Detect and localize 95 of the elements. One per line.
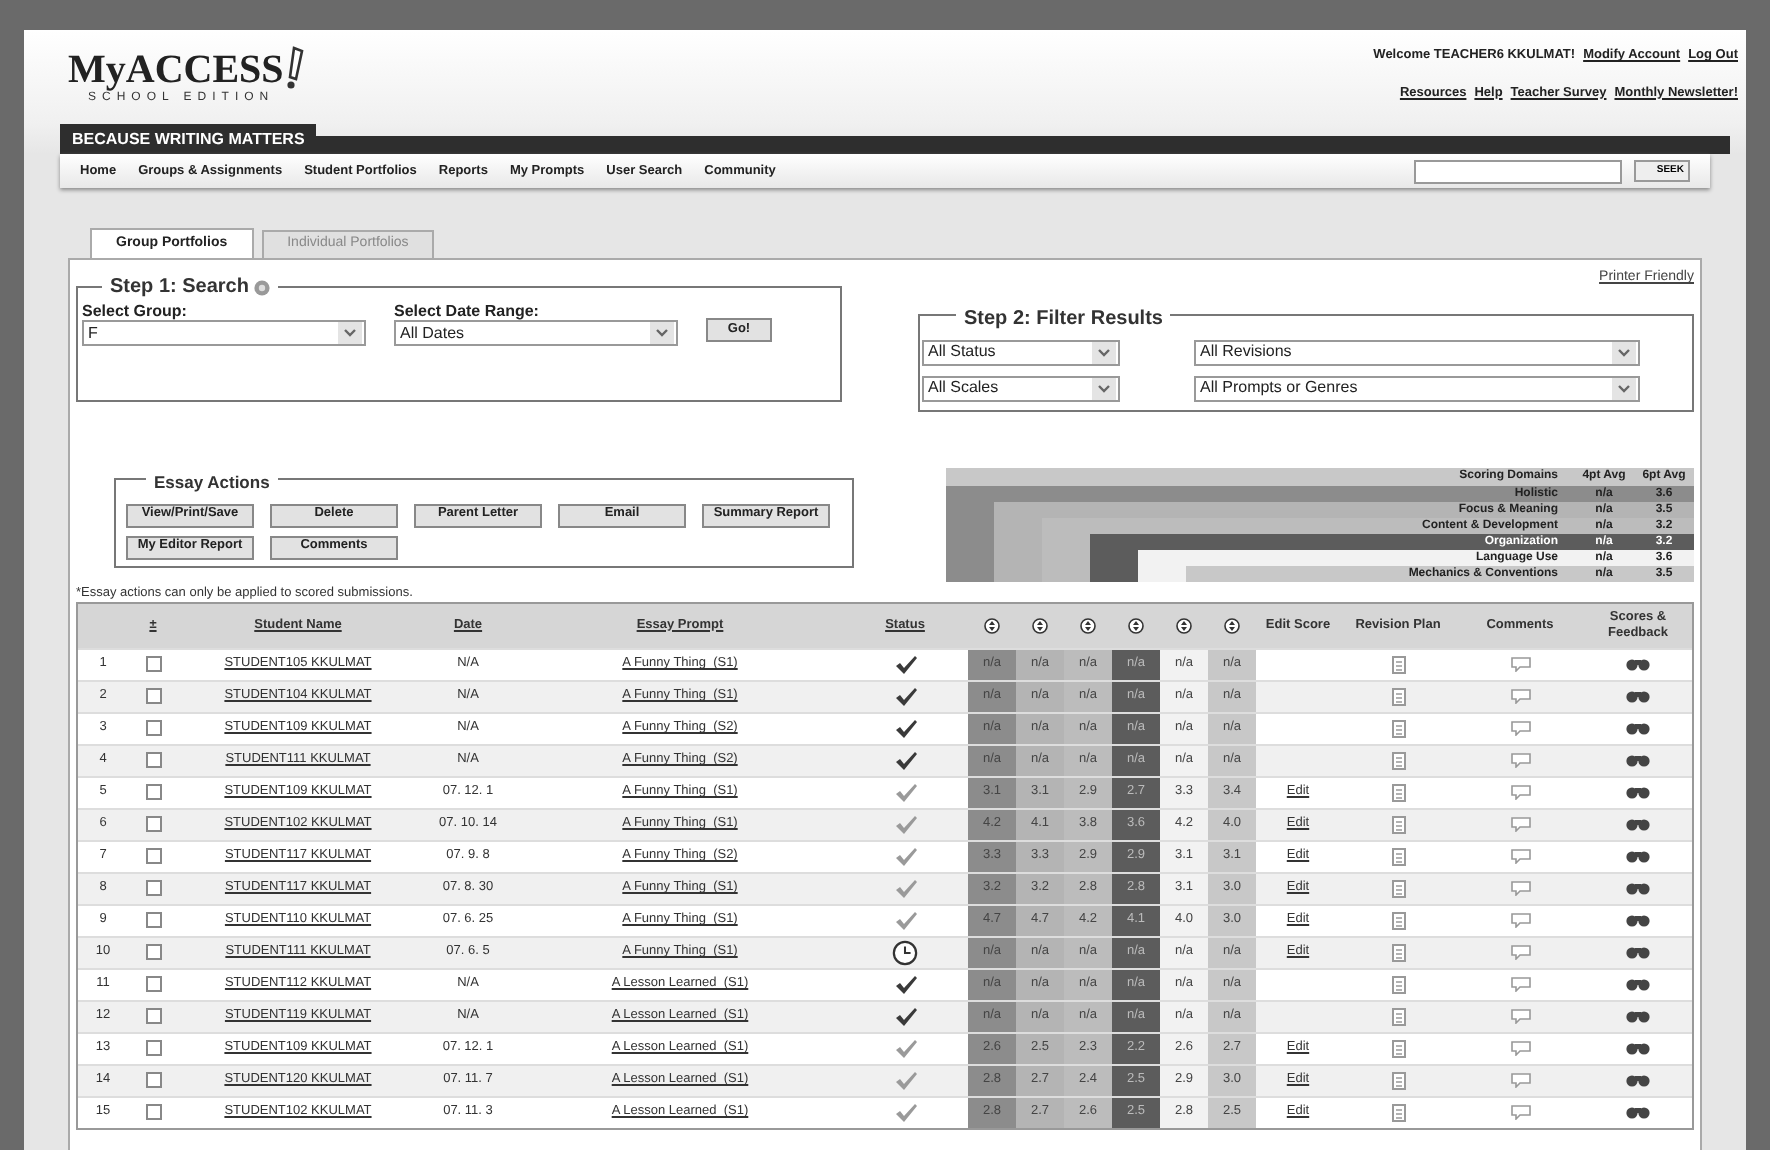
- checkmark-icon: [893, 973, 917, 995]
- row-checkbox[interactable]: [145, 720, 161, 736]
- checkmark-icon: [893, 749, 917, 771]
- tagline-banner: BECAUSE WRITING MATTERS: [60, 124, 317, 154]
- row-checkbox[interactable]: [145, 1040, 161, 1056]
- row-checkbox[interactable]: [145, 1104, 161, 1120]
- document-icon[interactable]: [1391, 655, 1405, 673]
- status-select[interactable]: All Status: [922, 339, 1120, 365]
- speech-bubble-icon[interactable]: [1509, 720, 1531, 736]
- row-checkbox[interactable]: [145, 1072, 161, 1088]
- scales-select[interactable]: All Scales: [922, 375, 1120, 401]
- binoculars-icon[interactable]: [1626, 1040, 1650, 1056]
- checkmark-icon: [893, 877, 917, 899]
- checkmark-icon: [893, 1037, 917, 1059]
- speech-bubble-icon[interactable]: [1509, 880, 1531, 896]
- speech-bubble-icon[interactable]: [1509, 1104, 1531, 1120]
- speech-bubble-icon[interactable]: [1509, 944, 1531, 960]
- panel-heading: Essay Actions: [154, 471, 270, 491]
- document-icon[interactable]: [1391, 911, 1405, 929]
- sort-arrows-icon[interactable]: [1176, 617, 1192, 633]
- row-checkbox[interactable]: [145, 944, 161, 960]
- speech-bubble-icon[interactable]: [1509, 912, 1531, 928]
- document-icon[interactable]: [1391, 1103, 1405, 1121]
- document-icon[interactable]: [1391, 815, 1405, 833]
- document-icon[interactable]: [1391, 847, 1405, 865]
- row-checkbox[interactable]: [145, 976, 161, 992]
- row-checkbox[interactable]: [145, 752, 161, 768]
- logo-wordmark: MyACCESS: [68, 50, 284, 90]
- document-icon[interactable]: [1391, 1007, 1405, 1025]
- binoculars-icon[interactable]: [1626, 720, 1650, 736]
- row-checkbox[interactable]: [145, 784, 161, 800]
- sort-arrows-icon[interactable]: [1224, 617, 1240, 633]
- binoculars-icon[interactable]: [1626, 1008, 1650, 1024]
- binoculars-icon[interactable]: [1626, 752, 1650, 768]
- document-icon[interactable]: [1391, 751, 1405, 769]
- document-icon[interactable]: [1391, 783, 1405, 801]
- speech-bubble-icon[interactable]: [1509, 848, 1531, 864]
- binoculars-icon[interactable]: [1626, 688, 1650, 704]
- checkmark-icon: [893, 653, 917, 675]
- group-select[interactable]: F: [82, 320, 366, 346]
- document-icon[interactable]: [1391, 1039, 1405, 1057]
- checkmark-icon: [893, 1101, 917, 1123]
- binoculars-icon[interactable]: [1626, 656, 1650, 672]
- speech-bubble-icon[interactable]: [1509, 688, 1531, 704]
- field-label: Select Date Range:: [394, 302, 541, 320]
- panel-heading: Step 1: Search: [110, 274, 249, 302]
- speech-bubble-icon[interactable]: [1509, 656, 1531, 672]
- row-checkbox[interactable]: [145, 816, 161, 832]
- document-icon[interactable]: [1391, 687, 1405, 705]
- document-icon[interactable]: [1391, 975, 1405, 993]
- binoculars-icon[interactable]: [1626, 880, 1650, 896]
- speech-bubble-icon[interactable]: [1509, 1040, 1531, 1056]
- binoculars-icon[interactable]: [1626, 848, 1650, 864]
- sort-arrows-icon[interactable]: [1032, 617, 1048, 633]
- checkmark-icon: [893, 1069, 917, 1091]
- revisions-select[interactable]: All Revisions: [1194, 339, 1640, 365]
- binoculars-icon[interactable]: [1626, 1072, 1650, 1088]
- document-icon[interactable]: [1391, 943, 1405, 961]
- date-range-select[interactable]: All Dates: [394, 320, 678, 346]
- binoculars-icon[interactable]: [1626, 912, 1650, 928]
- sort-arrows-icon[interactable]: [984, 617, 1000, 633]
- row-checkbox[interactable]: [145, 1008, 161, 1024]
- document-icon[interactable]: [1391, 879, 1405, 897]
- checkmark-icon: [893, 1005, 917, 1027]
- binoculars-icon[interactable]: [1626, 784, 1650, 800]
- checkmark-icon: [893, 685, 917, 707]
- speech-bubble-icon[interactable]: [1509, 976, 1531, 992]
- binoculars-icon[interactable]: [1626, 1104, 1650, 1120]
- checkmark-icon: [893, 909, 917, 931]
- prompts-select[interactable]: All Prompts or Genres: [1194, 375, 1640, 401]
- row-checkbox[interactable]: [145, 880, 161, 896]
- checkmark-icon: [893, 813, 917, 835]
- document-icon[interactable]: [1391, 1071, 1405, 1089]
- row-checkbox[interactable]: [145, 848, 161, 864]
- sort-arrows-icon[interactable]: [1128, 617, 1144, 633]
- speech-bubble-icon[interactable]: [1509, 816, 1531, 832]
- row-checkbox[interactable]: [145, 656, 161, 672]
- sort-arrows-icon[interactable]: [1080, 617, 1096, 633]
- row-checkbox[interactable]: [145, 688, 161, 704]
- speech-bubble-icon[interactable]: [1509, 752, 1531, 768]
- search-field[interactable]: [1414, 159, 1622, 183]
- document-icon[interactable]: [1391, 719, 1405, 737]
- checkmark-icon: [893, 781, 917, 803]
- binoculars-icon[interactable]: [1626, 944, 1650, 960]
- checkmark-icon: [893, 845, 917, 867]
- field-label: Select Group:: [82, 302, 189, 320]
- speech-bubble-icon[interactable]: [1509, 784, 1531, 800]
- speech-bubble-icon[interactable]: [1509, 1072, 1531, 1088]
- speech-bubble-icon[interactable]: [1509, 1008, 1531, 1024]
- binoculars-icon[interactable]: [1626, 816, 1650, 832]
- help-icon[interactable]: [254, 279, 271, 295]
- row-checkbox[interactable]: [145, 912, 161, 928]
- binoculars-icon[interactable]: [1626, 976, 1650, 992]
- panel-heading: Step 2: Filter Results: [964, 307, 1163, 329]
- checkmark-icon: [893, 717, 917, 739]
